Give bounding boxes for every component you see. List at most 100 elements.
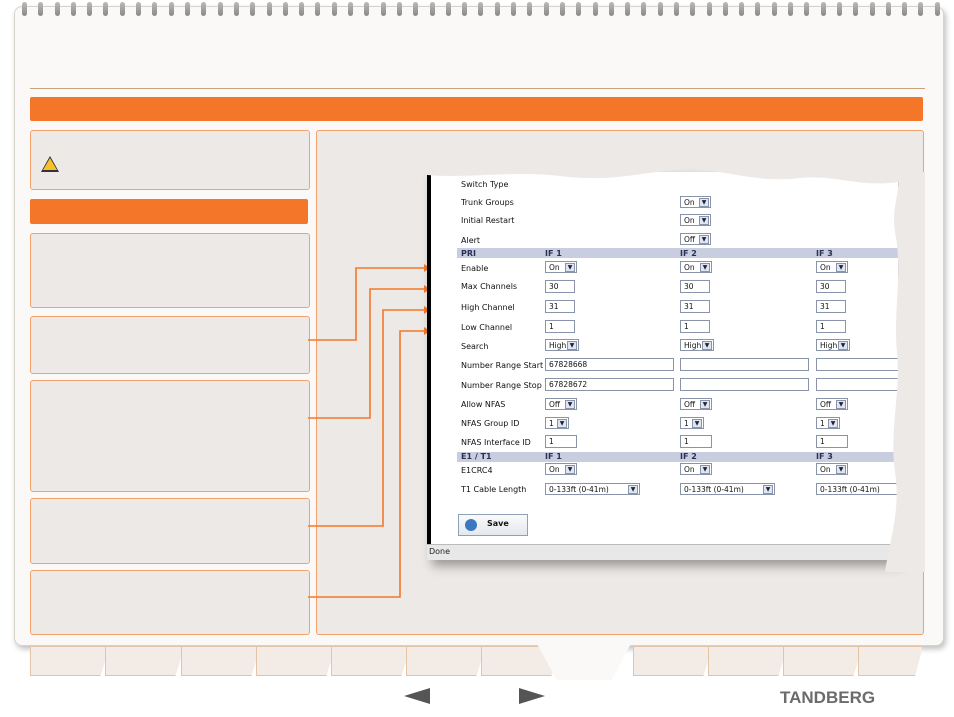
if1-high-channel-input[interactable]: 31 (545, 300, 575, 313)
dropdown-arrow-icon: ▼ (565, 465, 575, 474)
if1-t1-cable-length-select[interactable]: 0-133ft (0-41m) ▼ (545, 483, 640, 495)
torn-edge (420, 160, 910, 184)
dropdown-arrow-icon: ▼ (565, 400, 575, 409)
nav-tab[interactable] (331, 646, 411, 676)
save-button[interactable]: Save (458, 514, 528, 536)
label-search: Search (461, 342, 489, 351)
if2-low-channel-input[interactable]: 1 (680, 320, 710, 333)
label-nfas-group-id: NFAS Group ID (461, 419, 520, 428)
dropdown-arrow-icon: ▼ (699, 216, 709, 225)
pri-if3-heading: IF 3 (816, 249, 833, 258)
if2-nfas-interface-id-input[interactable]: 1 (680, 435, 712, 448)
if3-high-channel-input[interactable]: 31 (816, 300, 846, 313)
dropdown-arrow-icon: ▼ (763, 485, 773, 494)
if2-high-channel-input[interactable]: 31 (680, 300, 710, 313)
if1-number-range-start-input[interactable]: 67828668 (545, 358, 674, 371)
save-disk-icon (465, 519, 477, 531)
settings-screenshot: Switch Type Trunk Groups On ▼ Initial Res… (427, 172, 898, 560)
next-arrow-icon[interactable] (519, 688, 545, 704)
pri-if1-heading: IF 1 (545, 249, 562, 258)
if3-max-channels-input[interactable]: 30 (816, 280, 846, 293)
if3-enable-select[interactable]: On ▼ (816, 261, 848, 273)
screenshot-edge (427, 172, 431, 544)
label-max-channels: Max Channels (461, 282, 518, 291)
dropdown-arrow-icon: ▼ (836, 465, 846, 474)
nav-tab[interactable] (708, 646, 788, 676)
if3-e1crc4-select[interactable]: On ▼ (816, 463, 848, 475)
if1-max-channels-input[interactable]: 30 (545, 280, 575, 293)
if1-e1crc4-select[interactable]: On ▼ (545, 463, 577, 475)
if2-t1-cable-length-select[interactable]: 0-133ft (0-41m) ▼ (680, 483, 775, 495)
nav-tab[interactable] (181, 646, 261, 676)
dropdown-arrow-icon: ▼ (700, 465, 710, 474)
label-trunk-groups: Trunk Groups (461, 198, 514, 207)
label-nfas-interface-id: NFAS Interface ID (461, 438, 531, 447)
if1-enable-select[interactable]: On ▼ (545, 261, 577, 273)
if2-enable-select[interactable]: On ▼ (680, 261, 712, 273)
dropdown-arrow-icon: ▼ (699, 198, 709, 207)
if1-nfas-group-id-select[interactable]: 1 ▼ (545, 417, 569, 429)
trunk-groups-select[interactable]: On ▼ (680, 196, 711, 208)
label-high-channel: High Channel (461, 303, 515, 312)
dropdown-arrow-icon: ▼ (702, 341, 712, 350)
if3-low-channel-input[interactable]: 1 (816, 320, 846, 333)
dropdown-arrow-icon: ▼ (557, 419, 567, 428)
if2-max-channels-input[interactable]: 30 (680, 280, 710, 293)
nav-tab[interactable] (256, 646, 336, 676)
save-label: Save (487, 519, 509, 528)
if1-search-select[interactable]: High ▼ (545, 339, 579, 351)
if2-e1crc4-select[interactable]: On ▼ (680, 463, 712, 475)
pri-heading: PRI (461, 249, 476, 258)
e1t1-if3-heading: IF 3 (816, 452, 833, 461)
e1t1-if2-heading: IF 2 (680, 452, 697, 461)
nav-tab[interactable] (858, 646, 923, 676)
if2-search-select[interactable]: High ▼ (680, 339, 714, 351)
dropdown-arrow-icon: ▼ (628, 485, 638, 494)
if3-nfas-group-id-select[interactable]: 1 ▼ (816, 417, 840, 429)
tandberg-logo: TANDBERG (780, 688, 876, 707)
if3-search-select[interactable]: High ▼ (816, 339, 850, 351)
pri-if2-heading: IF 2 (680, 249, 697, 258)
label-enable: Enable (461, 264, 489, 273)
if2-number-range-stop-input[interactable] (680, 378, 809, 391)
torn-right-edge (885, 172, 925, 572)
label-alert: Alert (461, 236, 481, 245)
if1-number-range-stop-input[interactable]: 67828672 (545, 378, 674, 391)
prev-arrow-icon[interactable] (404, 688, 430, 704)
dropdown-arrow-icon: ▼ (700, 400, 710, 409)
nav-tab[interactable] (633, 646, 713, 676)
if2-allow-nfas-select[interactable]: Off ▼ (680, 398, 712, 410)
label-t1-cable-length: T1 Cable Length (461, 485, 527, 494)
connector-4 (308, 330, 424, 598)
dropdown-arrow-icon: ▼ (700, 263, 710, 272)
label-e1crc4: E1CRC4 (461, 466, 493, 475)
if1-allow-nfas-select[interactable]: Off ▼ (545, 398, 577, 410)
initial-restart-select[interactable]: On ▼ (680, 214, 711, 226)
alert-select[interactable]: Off ▼ (680, 233, 711, 245)
status-bar: Done (427, 544, 898, 560)
dropdown-arrow-icon: ▼ (836, 400, 846, 409)
connector-1 (308, 267, 424, 341)
dropdown-arrow-icon: ▼ (692, 419, 702, 428)
if3-nfas-interface-id-input[interactable]: 1 (816, 435, 848, 448)
nav-tab[interactable] (406, 646, 486, 676)
nav-tab[interactable] (105, 646, 185, 676)
dropdown-arrow-icon: ▼ (699, 235, 709, 244)
nav-tab[interactable] (30, 646, 110, 676)
label-allow-nfas: Allow NFAS (461, 400, 506, 409)
if1-low-channel-input[interactable]: 1 (545, 320, 575, 333)
dropdown-arrow-icon: ▼ (567, 341, 577, 350)
label-number-range-stop: Number Range Stop (461, 381, 542, 390)
if1-nfas-interface-id-input[interactable]: 1 (545, 435, 577, 448)
dropdown-arrow-icon: ▼ (565, 263, 575, 272)
if2-nfas-group-id-select[interactable]: 1 ▼ (680, 417, 704, 429)
label-initial-restart: Initial Restart (461, 216, 515, 225)
nav-tab[interactable] (783, 646, 863, 676)
dropdown-arrow-icon: ▼ (828, 419, 838, 428)
label-low-channel: Low Channel (461, 323, 513, 332)
e1t1-if1-heading: IF 1 (545, 452, 562, 461)
e1t1-heading: E1 / T1 (461, 452, 492, 461)
dropdown-arrow-icon: ▼ (836, 263, 846, 272)
if3-allow-nfas-select[interactable]: Off ▼ (816, 398, 848, 410)
if2-number-range-start-input[interactable] (680, 358, 809, 371)
